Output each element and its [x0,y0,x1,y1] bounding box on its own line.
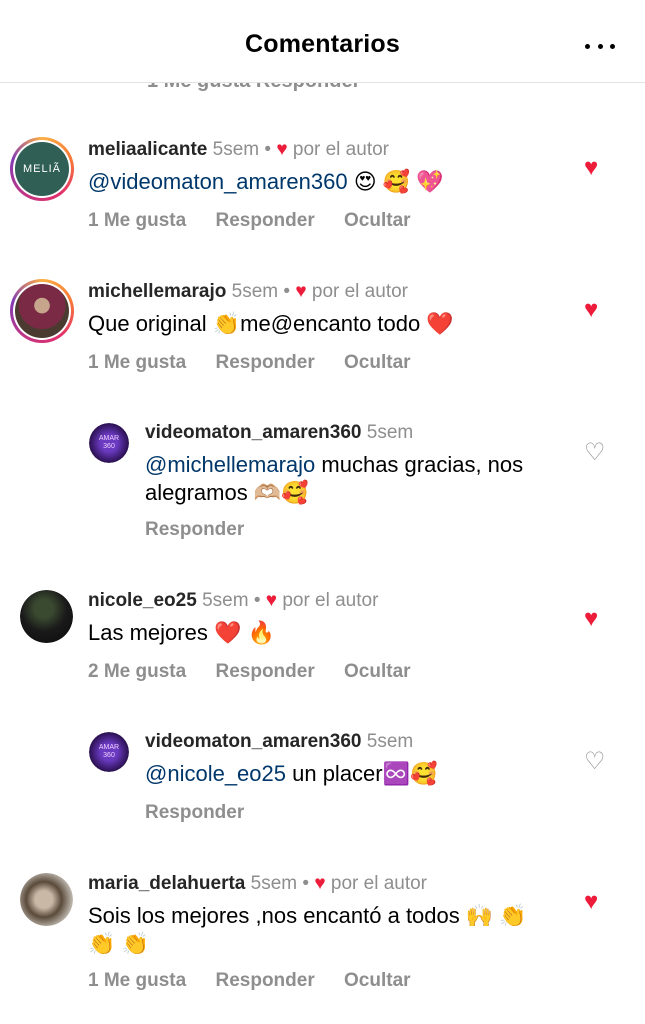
username[interactable]: michellemarajo [88,281,226,302]
timestamp: 5sem [212,139,260,160]
heart-icon[interactable]: ♥ [584,298,608,322]
avatar-logo-text: AMAR 360 [98,435,120,450]
reply-button[interactable]: Responder [145,802,244,823]
separator: • [264,139,272,160]
comment-meta: meliaalicante 5sem • ♥ por el autor [88,139,389,161]
username[interactable]: videomaton_amaren360 [145,731,362,752]
comment-actions: 1 Me gusta Responder Ocultar [88,210,435,232]
comment-text: @videomaton_amaren360 😍 🥰 💖 [88,168,568,196]
heart-icon[interactable]: ♥ [584,607,608,631]
comment-actions: 1 Me gusta Responder Ocultar [88,970,435,992]
comment-body: un placer♾️🥰 [286,761,438,786]
author-like-label: por el autor [282,590,379,611]
comment-body: 😍 🥰 💖 [347,169,444,194]
comment-text: Que original 👏me@encanto todo ❤️ [88,310,568,338]
hide-button[interactable]: Ocultar [344,661,411,682]
reply-button[interactable]: Responder [215,210,314,231]
author-like-label: por el autor [330,873,428,894]
comment-meta: videomaton_amaren360 5sem [145,422,413,444]
author-heart-icon: ♥ [314,873,326,894]
author-heart-icon: ♥ [265,590,278,611]
likes-count[interactable]: 1 Me gusta [88,352,186,373]
comment-meta: maria_delahuerta 5sem • ♥ por el autor [88,873,427,895]
hide-button[interactable]: Ocultar [344,352,411,373]
username[interactable]: nicole_eo25 [88,590,197,611]
avatar[interactable] [20,590,73,643]
avatar[interactable] [20,873,73,926]
comment-meta: videomaton_amaren360 5sem [145,731,413,753]
comment-actions: Responder [145,519,268,541]
avatar[interactable]: MELIÃ [10,137,74,201]
comment-text: @nicole_eo25 un placer♾️🥰 [145,760,565,788]
reply-button[interactable]: Responder [215,970,314,991]
username[interactable]: meliaalicante [88,139,207,160]
username[interactable]: maria_delahuerta [88,873,245,894]
separator: • [302,873,310,894]
likes-count[interactable]: 1 Me gusta [88,210,186,231]
avatar[interactable]: AMAR 360 [89,732,129,772]
comment-meta: nicole_eo25 5sem • ♥ por el autor [88,590,378,612]
username[interactable]: videomaton_amaren360 [145,422,362,443]
heart-outline-icon[interactable]: ♡ [584,441,608,465]
comment-text: @michellemarajo muchas gracias, nos aleg… [145,451,565,507]
comment-text: Las mejores ❤️ 🔥 [88,619,568,647]
separator: • [253,590,261,611]
mention-link[interactable]: @videomaton_amaren360 [88,169,348,194]
timestamp: 5sem [250,873,298,894]
likes-count[interactable]: 2 Me gusta [88,661,186,682]
heart-icon[interactable]: ♥ [584,156,608,180]
likes-count[interactable]: 1 Me gusta [88,970,186,991]
heart-outline-icon[interactable]: ♡ [584,750,608,774]
timestamp: 5sem [231,281,279,302]
timestamp: 5sem [202,590,249,611]
mention-link[interactable]: @nicole_eo25 [145,761,286,786]
reply-button[interactable]: Responder [215,352,314,373]
header: Comentarios [0,0,645,83]
mention-link[interactable]: @michellemarajo [145,452,315,477]
more-options-icon[interactable] [585,36,615,56]
heart-icon[interactable]: ♥ [584,890,608,914]
reply-button[interactable]: Responder [145,519,244,540]
comment-actions: Responder [145,802,268,824]
comment-body: Las mejores ❤️ 🔥 [88,620,275,645]
author-heart-icon: ♥ [295,281,307,302]
comment-body: Que original 👏me@encanto todo ❤️ [88,311,454,336]
comment-body: Sois los mejores ,nos encantó a todos 🙌 … [88,903,527,956]
avatar-logo-text: AMAR 360 [98,744,120,759]
page-title: Comentarios [244,30,400,58]
comment-text: Sois los mejores ,nos encantó a todos 🙌 … [88,902,558,958]
hide-button[interactable]: Ocultar [344,210,411,231]
avatar[interactable]: AMAR 360 [89,423,129,463]
reply-button[interactable]: Responder [215,661,314,682]
comment-actions: 1 Me gusta Responder Ocultar [88,352,435,374]
author-like-label: por el autor [311,281,408,302]
timestamp: 5sem [366,731,414,752]
comment-meta: michellemarajo 5sem • ♥ por el autor [88,281,408,303]
avatar-logo-text: MELIÃ [22,163,61,175]
timestamp: 5sem [366,422,414,443]
avatar[interactable] [10,279,74,343]
author-like-label: por el autor [292,139,389,160]
comment-actions: 2 Me gusta Responder Ocultar [88,661,435,683]
separator: • [283,281,291,302]
hide-button[interactable]: Ocultar [344,970,411,991]
author-heart-icon: ♥ [276,139,288,160]
